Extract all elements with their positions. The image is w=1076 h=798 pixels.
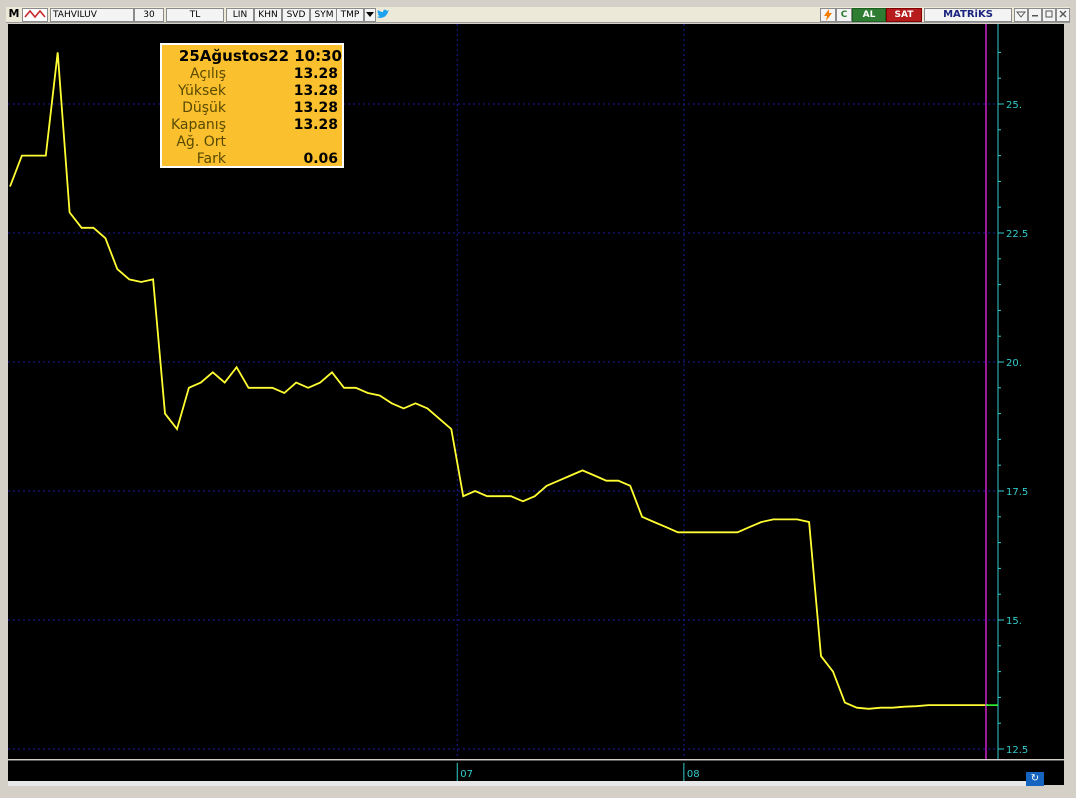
chart-toolbar: M TAHVILUV 30 TL LIN KHN SVD SYM TMP C A…: [6, 7, 1070, 23]
minimize-icon[interactable]: [1014, 8, 1028, 22]
info-label: Açılış: [190, 66, 226, 82]
sell-button[interactable]: SAT: [886, 8, 922, 22]
chart-settings-icon[interactable]: [22, 8, 48, 22]
close-icon[interactable]: [1056, 8, 1070, 22]
info-row-open: Açılış 13.28: [162, 66, 342, 83]
symbol-field[interactable]: TAHVILUV: [50, 8, 134, 22]
status-bar: [0, 786, 1076, 798]
info-row-high: Yüksek 13.28: [162, 83, 342, 100]
collapse-icon[interactable]: [1028, 8, 1042, 22]
sym-button[interactable]: SYM: [310, 8, 338, 22]
scale-button[interactable]: LIN: [226, 8, 254, 22]
chart-window: M TAHVILUV 30 TL LIN KHN SVD SYM TMP C A…: [0, 0, 1076, 798]
info-value: 13.28: [293, 66, 338, 82]
price-line: [9, 52, 988, 710]
y-tick-label: 22.5: [1006, 229, 1028, 240]
y-tick-label: 20.: [1006, 358, 1022, 369]
info-value: 13.28: [293, 100, 338, 116]
info-value: 13.28: [293, 117, 338, 133]
restore-icon[interactable]: [1042, 8, 1056, 22]
menu-m-icon[interactable]: M: [8, 8, 20, 20]
x-tick-label: 08: [687, 769, 700, 780]
info-label: Ağ. Ort: [176, 134, 226, 150]
info-label: Fark: [196, 151, 226, 167]
currency-field[interactable]: TL: [166, 8, 224, 22]
info-label: Yüksek: [178, 83, 226, 99]
khn-button[interactable]: KHN: [254, 8, 282, 22]
x-tick-label: 07: [460, 769, 473, 780]
y-tick-label: 15.: [1006, 616, 1022, 627]
twitter-icon[interactable]: [376, 8, 390, 20]
info-row-close: Kapanış 13.28: [162, 117, 342, 134]
ohlc-info-box: 25Ağustos22 10:30 Açılış 13.28 Yüksek 13…: [160, 43, 344, 168]
y-tick-label: 25.: [1006, 100, 1022, 111]
lightning-icon[interactable]: [820, 8, 836, 22]
tmp-button[interactable]: TMP: [336, 8, 364, 22]
refresh-icon[interactable]: ↻: [1026, 772, 1044, 786]
vertical-scrollbar[interactable]: [1064, 24, 1070, 759]
buy-button[interactable]: AL: [852, 8, 886, 22]
svd-button[interactable]: SVD: [282, 8, 310, 22]
y-tick-label: 12.5: [1006, 745, 1028, 756]
info-row-low: Düşük 13.28: [162, 100, 342, 117]
dropdown-arrow-icon[interactable]: [364, 8, 376, 22]
info-header: 25Ağustos22 10:30: [178, 47, 342, 65]
c-button[interactable]: C: [836, 8, 852, 22]
info-label: Kapanış: [170, 117, 226, 133]
info-value: 0.06: [303, 151, 338, 167]
info-row-avg: Ağ. Ort: [162, 134, 342, 151]
brand-logo: MATRiKS: [924, 8, 1012, 22]
y-tick-label: 17.5: [1006, 487, 1028, 498]
info-row-diff: Fark 0.06: [162, 151, 342, 168]
info-label: Düşük: [182, 100, 226, 116]
period-field[interactable]: 30: [134, 8, 164, 22]
info-value: 13.28: [293, 83, 338, 99]
